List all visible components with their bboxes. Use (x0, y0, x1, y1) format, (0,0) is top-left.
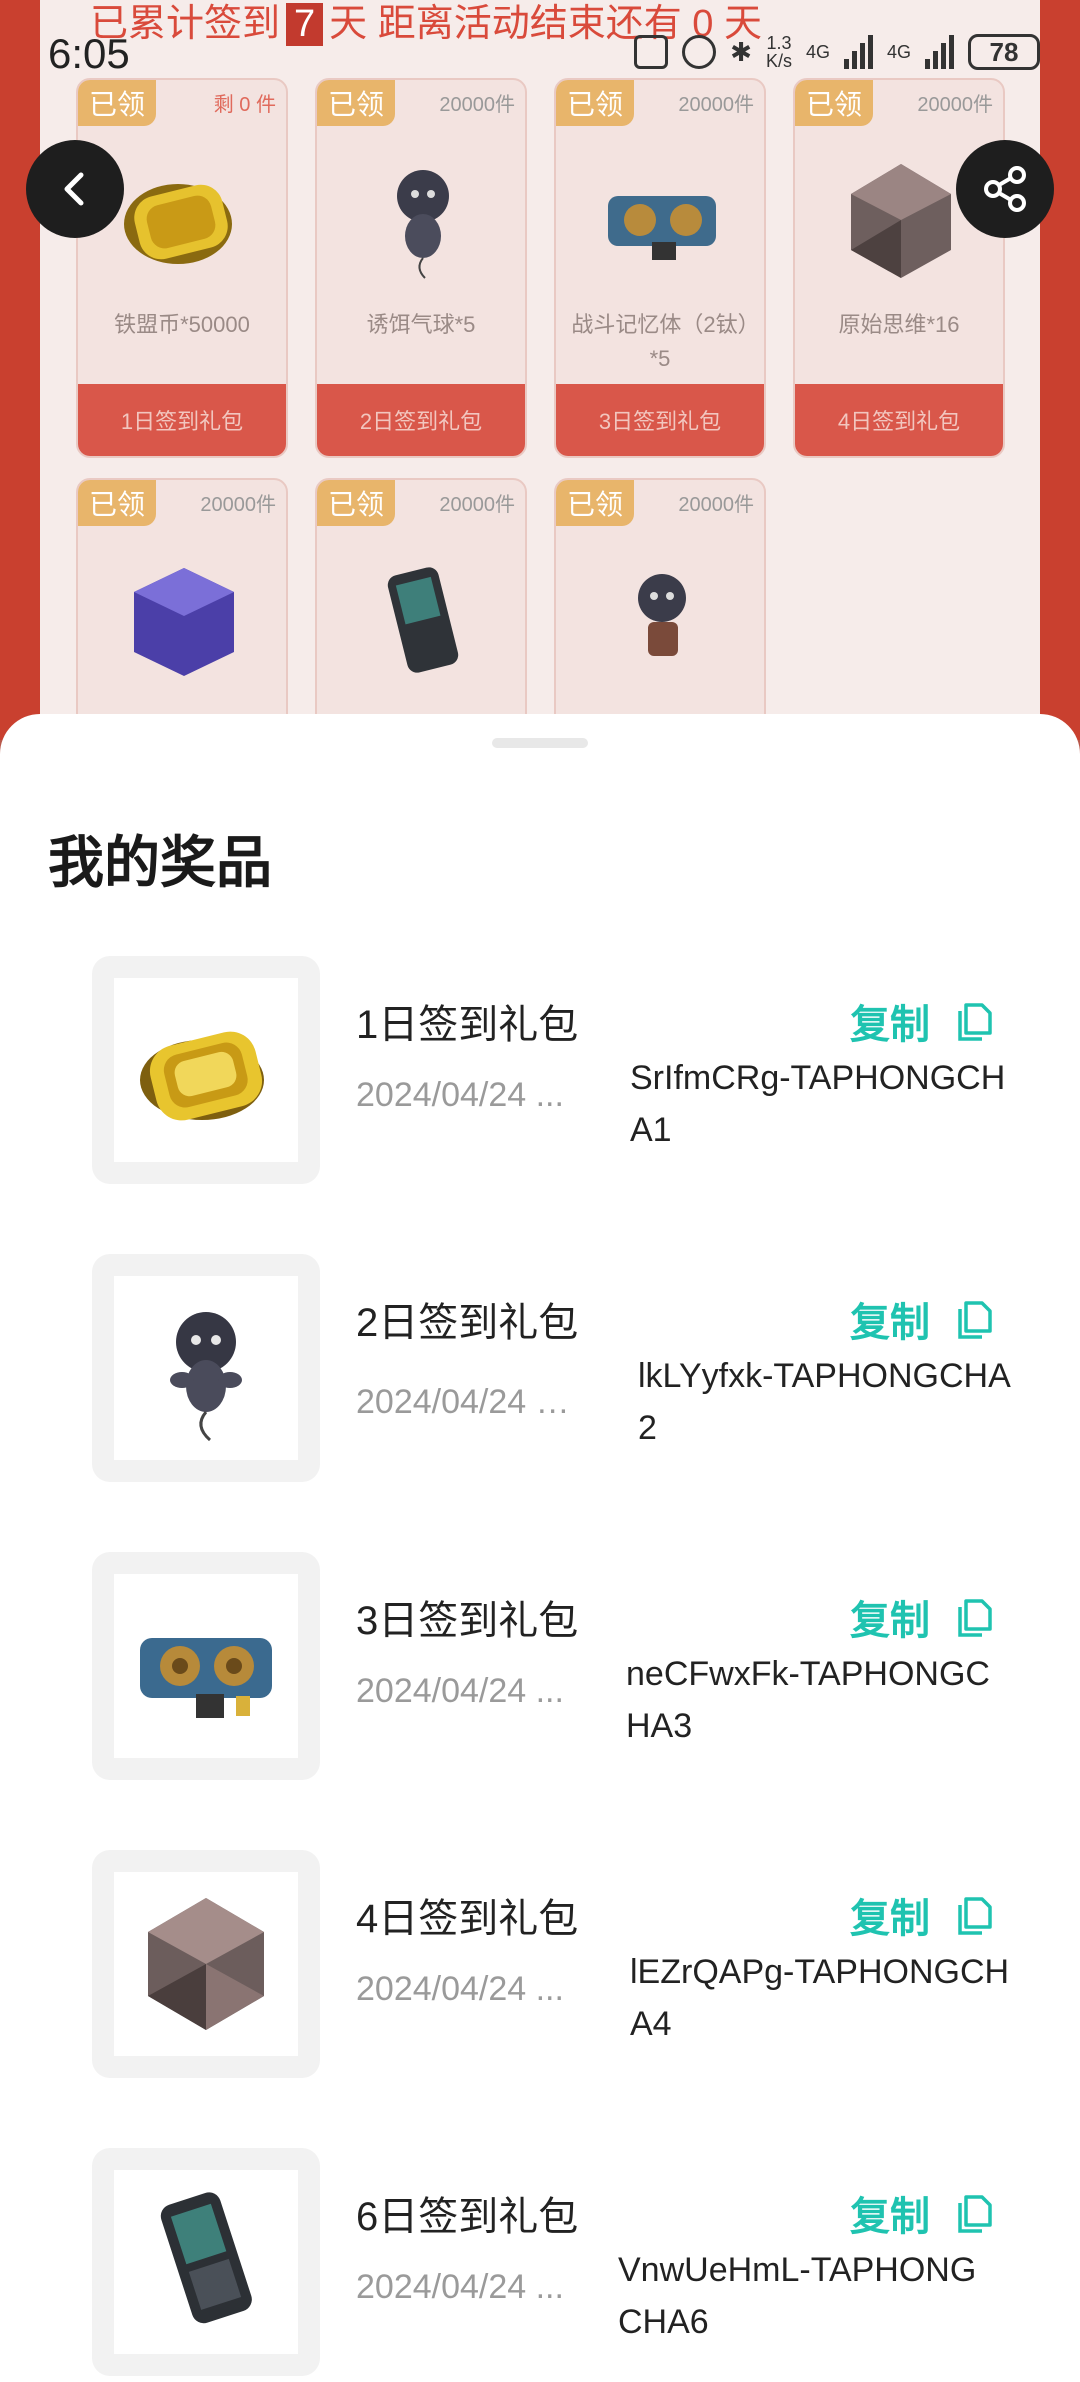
copy-icon (958, 2195, 992, 2233)
sheet-title: 我的奖品 (48, 831, 272, 894)
memory-chip-icon (140, 1638, 272, 1718)
reward-ribbon: 1日签到礼包 (78, 384, 286, 456)
network-type-1: 4G (805, 41, 830, 62)
reward-card[interactable]: 已领 20000件 (315, 478, 527, 740)
copy-label: 复制 (850, 2195, 930, 2239)
network-speed: 1.3 K/s (766, 34, 792, 70)
activity-page-background: 已累计签到 7 天 距离活动结束还有 0 天 已领 剩 0 件 铁盟币*50000 … (0, 0, 1080, 740)
redeem-code: neCFwxFk-TAPHONGCHA3 (626, 1655, 990, 1745)
prize-row: 4日签到礼包 2024/04/24 ... 复制 lEZrQAPg-TAPHON… (92, 1850, 1012, 2078)
prize-row: 2日签到礼包 2024/04/24 前... 复制 lkLYyfxk-TAPHO… (92, 1254, 1012, 1482)
prizes-sheet: 我的奖品 1日签到礼包 2024/04/24 ... 复制 SrIfmCRg-T… (0, 714, 1080, 2382)
copy-label: 复制 (850, 1599, 930, 1643)
crystal-icon (851, 164, 951, 278)
balloon-icon (397, 170, 449, 279)
prize-thumbnail (92, 1850, 320, 2078)
copy-button[interactable]: 复制 (850, 1886, 994, 1944)
clock: 6:05 (48, 30, 130, 77)
gold-coin-icon (124, 184, 232, 264)
redeem-code: SrIfmCRg-TAPHONGCHA1 (630, 1059, 1006, 1149)
copy-button[interactable]: 复制 (850, 1588, 994, 1646)
prize-row: 6日签到礼包 2024/04/24 ... 复制 VnwUeHmL-TAPHON… (92, 2148, 1012, 2376)
stock-count: 20000件 (439, 494, 515, 516)
reward-card[interactable]: 已领 20000件 诱饵气球*5 2日签到礼包 (315, 78, 527, 458)
signal-icon (925, 35, 954, 69)
crystal-icon (148, 1898, 264, 2030)
stock-count: 20000件 (678, 494, 754, 516)
prize-row: 1日签到礼包 2024/04/24 ... 复制 SrIfmCRg-TAPHON… (92, 956, 1012, 1184)
share-button[interactable] (956, 140, 1054, 238)
copy-icon (958, 1599, 992, 1637)
copy-icon (958, 1301, 992, 1339)
reward-card[interactable]: 已领 20000件 原始思维*16 4日签到礼包 (793, 78, 1005, 458)
balloon-icon (638, 574, 686, 656)
bluetooth-icon: ✱ (730, 36, 752, 67)
reward-ribbon: 4日签到礼包 (795, 384, 1003, 456)
prize-title: 6日签到礼包 (356, 2195, 579, 2239)
share-icon (984, 166, 1026, 212)
copy-icon (958, 1003, 992, 1041)
copy-label: 复制 (850, 1897, 930, 1941)
reward-card[interactable]: 已领 20000件 (76, 478, 288, 740)
copy-label: 复制 (850, 1301, 930, 1345)
balloon-icon (170, 1312, 242, 1442)
sheet-drag-handle[interactable] (492, 738, 588, 748)
status-bar: 6:05 ✱ 1.3 K/s 4G 4G 78 (0, 0, 1080, 110)
gold-coin-icon (140, 1031, 264, 1121)
reward-name: 诱饵气球*5 (366, 312, 476, 337)
stock-count: 20000件 (200, 494, 276, 516)
status-icons: ✱ 1.3 K/s 4G 4G 78 (634, 34, 1040, 70)
copy-button[interactable]: 复制 (850, 1290, 994, 1348)
armor-icon (160, 2192, 252, 2324)
alarm-icon (682, 35, 717, 69)
reward-ribbon: 2日签到礼包 (317, 384, 525, 456)
copy-button[interactable]: 复制 (850, 992, 994, 1050)
redeem-code: VnwUeHmL-TAPHONGCHA6 (618, 2251, 977, 2341)
prize-thumbnail (92, 1254, 320, 1482)
prize-date: 2024/04/24 ... (356, 2268, 564, 2306)
copy-button[interactable]: 复制 (850, 2184, 994, 2242)
prize-date: 2024/04/24 ... (356, 1970, 564, 2008)
signal-icon (843, 35, 873, 69)
redeem-code: lEZrQAPg-TAPHONGCHA4 (630, 1953, 1010, 2043)
chevron-left-icon (64, 172, 84, 206)
reward-ribbon: 3日签到礼包 (556, 384, 764, 456)
prize-date: 2024/04/24 ... (356, 1076, 564, 1114)
reward-card[interactable]: 已领 20000件 战斗记忆体（2钛）*5 3日签到礼包 (554, 78, 766, 458)
prize-thumbnail (92, 956, 320, 1184)
reward-name: 铁盟币*50000 (114, 312, 250, 337)
reward-card[interactable]: 已领 剩 0 件 铁盟币*50000 1日签到礼包 (76, 78, 288, 458)
claimed-badge: 已领 (317, 480, 395, 526)
prize-thumbnail (92, 1552, 320, 1780)
battery-indicator: 78 (968, 34, 1040, 70)
claimed-badge: 已领 (78, 480, 156, 526)
prize-row: 3日签到礼包 2024/04/24 ... 复制 neCFwxFk-TAPHON… (92, 1552, 1012, 1780)
armor-icon (387, 567, 459, 673)
prize-date: 2024/04/24 前... (356, 1383, 586, 1421)
speed-value: 1.3 (766, 33, 792, 53)
copy-icon (958, 1897, 992, 1935)
claimed-badge: 已领 (556, 480, 634, 526)
prize-thumbnail (92, 2148, 320, 2376)
prize-title: 4日签到礼包 (356, 1897, 579, 1941)
prize-date: 2024/04/24 ... (356, 1672, 564, 1710)
copy-label: 复制 (850, 1003, 930, 1047)
reward-card[interactable]: 已领 20000件 (554, 478, 766, 740)
nfc-icon (634, 35, 669, 69)
back-button[interactable] (26, 140, 124, 238)
network-type-2: 4G (886, 41, 911, 62)
memory-chip-icon (608, 196, 716, 260)
reward-name: 战斗记忆体（2钛）*5 (571, 312, 749, 371)
cube-icon (134, 568, 234, 676)
redeem-code: lkLYyfxk-TAPHONGCHA2 (638, 1357, 1011, 1447)
prize-title: 2日签到礼包 (356, 1301, 579, 1345)
prize-title: 1日签到礼包 (356, 1003, 579, 1047)
reward-name: 原始思维*16 (838, 312, 960, 337)
speed-unit: K/s (765, 51, 792, 71)
prize-title: 3日签到礼包 (356, 1599, 579, 1643)
